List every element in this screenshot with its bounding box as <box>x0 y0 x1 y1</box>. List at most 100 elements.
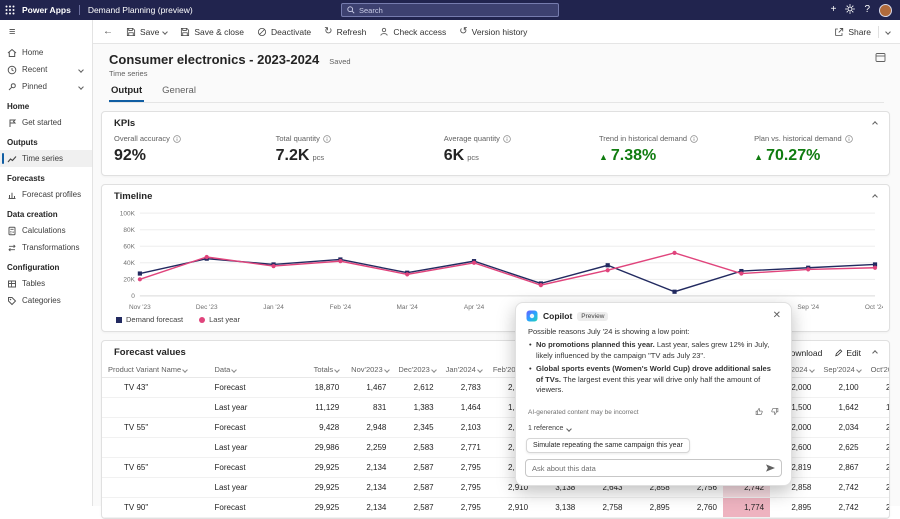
collapse-section-icon[interactable] <box>872 194 878 200</box>
copilot-input[interactable] <box>525 459 782 477</box>
collapse-section-icon[interactable] <box>872 121 878 127</box>
column-header[interactable]: Oct'2024 <box>865 362 890 378</box>
column-header[interactable]: Product Variant Name <box>102 362 209 378</box>
environment-app-title[interactable]: Demand Planning (preview) <box>88 5 193 15</box>
sidebar-item-get-started[interactable]: Get started <box>0 114 92 131</box>
thumbs-up-icon[interactable] <box>755 403 764 421</box>
check-access-button[interactable]: Check access <box>379 27 446 37</box>
save-and-close-button[interactable]: Save & close <box>180 27 244 37</box>
cell-month-value[interactable]: 2,771 <box>440 438 487 458</box>
cell-month-value[interactable]: 2,867 <box>817 458 864 478</box>
reference-toggle[interactable]: 1 reference <box>516 421 791 432</box>
cell-month-value[interactable]: 2,742 <box>817 478 864 498</box>
copilot-suggestion-chip[interactable]: Simulate repeating the same campaign thi… <box>526 438 690 453</box>
sidebar-item-calculations[interactable]: Calculations <box>0 222 92 239</box>
sidebar-item-transformations[interactable]: Transformations <box>0 239 92 256</box>
help-icon[interactable]: ? <box>864 5 870 15</box>
version-history-button[interactable]: ↺ Version history <box>459 27 527 37</box>
cell-month-value[interactable]: 2,100 <box>865 378 890 398</box>
app-launcher-icon[interactable] <box>0 0 20 20</box>
column-header[interactable]: Jan'2024 <box>440 362 487 378</box>
legend-last-year[interactable]: Last year <box>199 315 240 324</box>
legend-demand-forecast[interactable]: Demand forecast <box>116 315 183 324</box>
sidebar-item-categories[interactable]: Categories <box>0 292 92 309</box>
column-header[interactable]: Data <box>209 362 289 378</box>
cell-month-value[interactable]: 1,642 <box>817 398 864 418</box>
cell-month-value[interactable]: 2,774 <box>865 498 890 518</box>
cell-month-value[interactable]: 2,100 <box>817 378 864 398</box>
search-input[interactable] <box>359 6 553 15</box>
save-button[interactable]: Save <box>126 27 167 37</box>
cell-month-value[interactable]: 2,783 <box>440 378 487 398</box>
info-icon[interactable] <box>845 135 853 143</box>
cell-month-value[interactable]: 2,587 <box>392 498 439 518</box>
settings-gear-icon[interactable] <box>845 4 855 17</box>
chevron-down-icon[interactable] <box>163 29 169 35</box>
tab-output[interactable]: Output <box>109 85 144 102</box>
cell-month-value[interactable]: 2,742 <box>817 498 864 518</box>
info-icon[interactable] <box>173 135 181 143</box>
cell-month-value[interactable]: 2,625 <box>817 438 864 458</box>
deactivate-button[interactable]: Deactivate <box>257 27 311 37</box>
sidebar-item-recent[interactable]: Recent <box>0 61 92 78</box>
cell-month-value[interactable]: 2,612 <box>392 378 439 398</box>
table-row[interactable]: TV 90"Forecast29,9252,1342,5872,7952,910… <box>102 498 890 518</box>
tab-general[interactable]: General <box>160 85 198 102</box>
cell-month-value[interactable]: 2,134 <box>345 498 392 518</box>
refresh-button[interactable]: ↻ Refresh <box>324 27 366 37</box>
cell-month-value[interactable]: 2,760 <box>676 498 723 518</box>
hamburger-menu-icon[interactable]: ≡ <box>0 20 92 44</box>
cell-month-value[interactable]: 2,034 <box>817 418 864 438</box>
layout-icon[interactable] <box>875 50 886 68</box>
column-header[interactable]: Totals <box>289 362 345 378</box>
sidebar-item-time-series[interactable]: Time series <box>0 150 92 167</box>
info-icon[interactable] <box>323 135 331 143</box>
thumbs-down-icon[interactable] <box>770 403 779 421</box>
cell-month-value[interactable]: 2,587 <box>392 478 439 498</box>
cell-month-value[interactable]: 2,583 <box>392 438 439 458</box>
cell-month-value[interactable]: 2,259 <box>345 438 392 458</box>
column-header[interactable]: Sep'2024 <box>817 362 864 378</box>
sidebar-item-tables[interactable]: Tables <box>0 275 92 292</box>
cell-month-value[interactable]: 2,134 <box>345 478 392 498</box>
highlighted-cell[interactable]: 1,774 <box>723 498 770 518</box>
cell-month-value[interactable]: 2,795 <box>440 458 487 478</box>
cell-month-value[interactable]: 2,345 <box>392 418 439 438</box>
cell-month-value[interactable]: 1,383 <box>392 398 439 418</box>
cell-month-value[interactable]: 1,464 <box>440 398 487 418</box>
user-avatar[interactable] <box>879 4 892 17</box>
back-button[interactable]: ← <box>103 27 113 37</box>
add-icon[interactable]: + <box>831 5 837 15</box>
cell-month-value[interactable]: 2,050 <box>865 418 890 438</box>
cell-month-value[interactable]: 2,948 <box>345 418 392 438</box>
cell-month-value[interactable]: 1,467 <box>345 378 392 398</box>
cell-month-value[interactable]: 2,795 <box>440 478 487 498</box>
cell-month-value[interactable]: 2,795 <box>440 498 487 518</box>
sidebar-item-forecast-profiles[interactable]: Forecast profiles <box>0 186 92 203</box>
sidebar-item-pinned[interactable]: Pinned <box>0 78 92 95</box>
column-header[interactable]: Nov'2023 <box>345 362 392 378</box>
cell-month-value[interactable]: 2,758 <box>581 498 628 518</box>
sidebar-item-home[interactable]: Home <box>0 44 92 61</box>
cell-month-value[interactable]: 2,134 <box>345 458 392 478</box>
close-icon[interactable]: ✕ <box>773 311 781 321</box>
cell-month-value[interactable]: 2,895 <box>770 498 817 518</box>
cell-month-value[interactable]: 3,138 <box>534 498 581 518</box>
cell-month-value[interactable]: 2,587 <box>392 458 439 478</box>
cell-month-value[interactable]: 831 <box>345 398 392 418</box>
share-button[interactable]: Share <box>834 27 871 37</box>
cell-month-value[interactable]: 2,895 <box>628 498 675 518</box>
share-dropdown-icon[interactable] <box>885 29 891 35</box>
cell-month-value[interactable]: 2,742 <box>865 458 890 478</box>
column-header[interactable]: Dec'2023 <box>392 362 439 378</box>
copilot-input-field[interactable] <box>532 464 762 473</box>
cell-month-value[interactable]: 1,810 <box>865 398 890 418</box>
send-icon[interactable] <box>766 464 775 472</box>
collapse-section-icon[interactable] <box>872 350 878 356</box>
cell-month-value[interactable]: 2,710 <box>865 438 890 458</box>
info-icon[interactable] <box>690 135 698 143</box>
cell-month-value[interactable]: 2,103 <box>440 418 487 438</box>
info-icon[interactable] <box>503 135 511 143</box>
global-search[interactable] <box>341 3 559 17</box>
cell-month-value[interactable]: 2,858 <box>865 478 890 498</box>
